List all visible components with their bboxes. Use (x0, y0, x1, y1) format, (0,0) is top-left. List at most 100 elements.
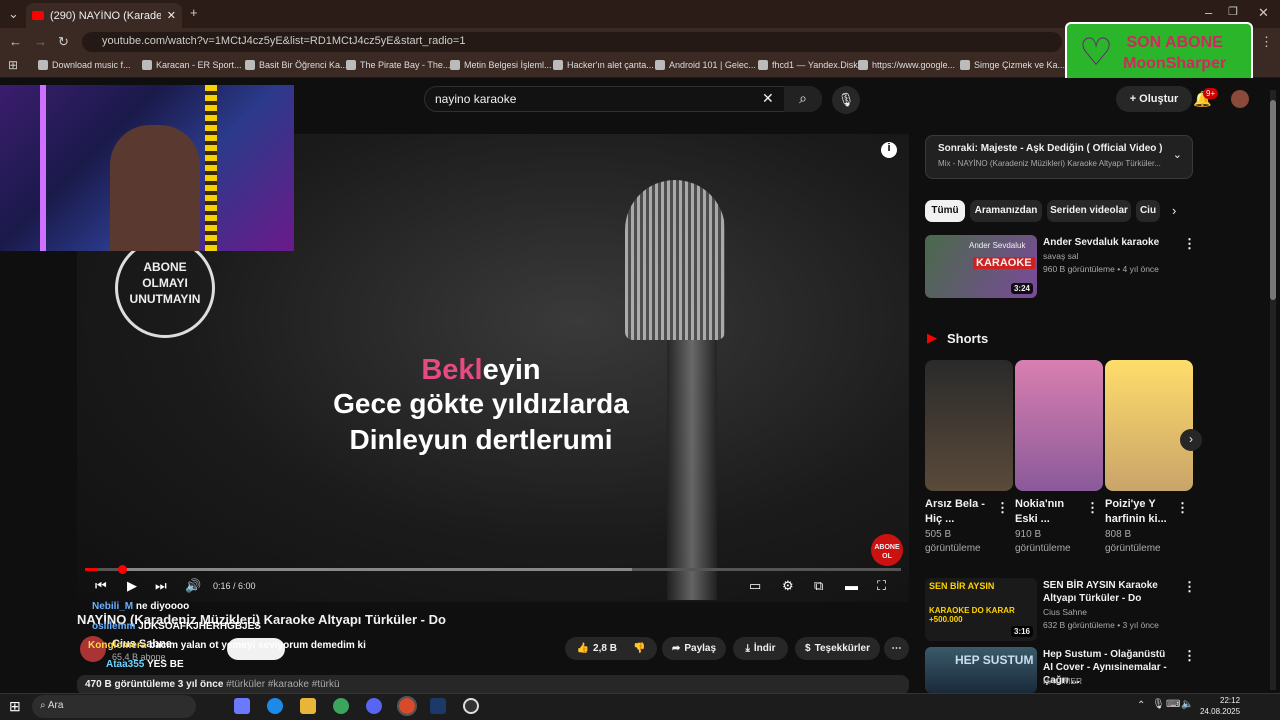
speaker-icon[interactable]: 🔈 (1181, 699, 1193, 710)
bookmark-item[interactable]: Hacker'ın alet çanta... (553, 60, 654, 70)
more-actions-button[interactable]: ⋯ (884, 637, 909, 660)
chip-from-search[interactable]: Aramanızdan (970, 200, 1042, 222)
account-avatar[interactable] (1231, 90, 1249, 108)
clear-search-icon[interactable]: ✕ (762, 90, 774, 107)
info-icon[interactable]: i (881, 142, 897, 158)
bookmark-item[interactable]: Download music f... (38, 60, 131, 70)
scrubber-handle[interactable] (118, 565, 127, 574)
apps-grid-icon[interactable]: ⊞ (8, 58, 18, 72)
short-views: 910 B görüntüleme (1015, 529, 1071, 554)
video-channel[interactable]: HACIMER (1043, 675, 1082, 688)
chip-all[interactable]: Tümü (925, 200, 965, 222)
mic-tray-icon[interactable]: 🎙 (1152, 699, 1165, 710)
shorts-next-button[interactable]: › (1180, 429, 1202, 451)
url-field[interactable]: youtube.com/watch?v=1MCtJ4cz5yE&list=RD1… (82, 32, 1062, 52)
create-button[interactable]: + Oluştur (1116, 86, 1192, 112)
play-icon[interactable]: ▶ (127, 578, 137, 594)
bookmark-item[interactable]: https://www.google... (858, 60, 955, 70)
chevron-down-icon[interactable]: ⌄ (1173, 148, 1182, 161)
more-vert-icon[interactable]: ⋮ (1183, 648, 1196, 664)
lyric-line-1: Bekleyin (421, 354, 541, 386)
video-title-link[interactable]: Ander Sevdaluk karaoke (1043, 236, 1173, 249)
thumbs-up-icon: 👍 (576, 643, 590, 654)
browser-tab[interactable]: (290) NAYİNO (Karadeniz Müzik ✕ (26, 3, 182, 28)
settings-gear-icon[interactable]: ⚙ (782, 578, 794, 594)
forward-icon[interactable]: → (34, 34, 47, 49)
close-tab-icon[interactable]: ✕ (167, 9, 176, 22)
up-next-panel[interactable]: Sonraki: Majeste - Aşk Dediğin ( Officia… (925, 135, 1193, 179)
short-title[interactable]: Poizi'ye Y harfinin ki... (1105, 497, 1177, 527)
video-thumbnail[interactable]: SEN BİR AYSIN KARAOKE DO KARAR +500.000 … (925, 578, 1037, 641)
short-title[interactable]: Arsız Bela - Hiç ... (925, 497, 997, 527)
chevron-right-icon[interactable]: › (1172, 203, 1176, 218)
theater-mode-icon[interactable]: ▬ (845, 578, 858, 593)
more-vert-icon[interactable]: ⋮ (996, 500, 1009, 516)
bookmark-item[interactable]: Metin Belgesi İşleml... (450, 60, 552, 70)
more-vert-icon[interactable]: ⋮ (1183, 579, 1196, 595)
video-thumbnail[interactable]: Ander Sevdaluk KARAOKE 3:24 (925, 235, 1037, 298)
copilot-icon[interactable] (234, 698, 250, 714)
progress-bar[interactable] (85, 568, 901, 571)
more-icon: ⋯ (891, 643, 902, 654)
thanks-button[interactable]: $ Teşekkürler (795, 637, 880, 660)
reload-icon[interactable]: ↻ (58, 34, 69, 50)
new-tab-icon[interactable]: + (190, 5, 198, 20)
download-button[interactable]: ⤓ İndir (733, 637, 788, 660)
chrome-active-icon[interactable] (397, 696, 417, 716)
tray-chevron-icon[interactable]: ⌃ (1137, 700, 1145, 711)
minimize-icon[interactable]: – (1205, 5, 1212, 20)
video-thumbnail[interactable]: HEP SUSTUM (925, 647, 1037, 693)
shorts-heading: Shorts (947, 331, 989, 346)
more-vert-icon[interactable]: ⋮ (1183, 236, 1196, 252)
tab-list-icon[interactable]: ⌄ (8, 6, 19, 22)
bookmark-item[interactable]: Karacan - ER Sport... (142, 60, 242, 70)
subscribe-watermark[interactable]: ABONE OL (871, 534, 903, 566)
page-scrollbar[interactable] (1270, 90, 1276, 690)
volume-icon[interactable]: 🔊 (185, 578, 201, 594)
video-meta: 632 B görüntüleme • 3 yıl önce (1043, 620, 1159, 630)
microphone-graphic (625, 180, 725, 340)
bookmark-item[interactable]: The Pirate Bay - The... (346, 60, 450, 70)
chrome-icon[interactable] (333, 698, 349, 714)
chip-channel[interactable]: Ciu (1136, 200, 1160, 222)
more-vert-icon[interactable]: ⋮ (1086, 500, 1099, 516)
restore-icon[interactable]: ❐ (1228, 5, 1238, 18)
more-vert-icon[interactable]: ⋮ (1176, 500, 1189, 516)
windows-start-icon[interactable]: ⊞ (9, 698, 21, 715)
video-channel[interactable]: Cius Sahne (1043, 606, 1087, 619)
share-button[interactable]: ➦ Paylaş (662, 637, 726, 660)
tab-title: (290) NAYİNO (Karadeniz Müzik (50, 9, 161, 22)
taskbar-search[interactable]: ⌕ Ara (32, 695, 196, 718)
back-icon[interactable]: ← (9, 34, 22, 49)
bookmark-item[interactable]: Android 101 | Gelec... (655, 60, 756, 70)
file-explorer-icon[interactable] (300, 698, 316, 714)
close-window-icon[interactable]: ✕ (1258, 5, 1269, 21)
next-icon[interactable]: ⏭ (155, 578, 167, 594)
bookmark-item[interactable]: Basit Bir Öğrenci Ka... (245, 60, 348, 70)
short-title[interactable]: Nokia'nın Eski ... (1015, 497, 1087, 527)
previous-icon[interactable]: ⏮ (95, 578, 107, 594)
steam-icon[interactable] (430, 698, 446, 714)
captions-icon[interactable]: ▭ (749, 578, 761, 594)
taskbar-clock[interactable]: 22:12 24.08.2025 (1200, 695, 1240, 717)
short-thumbnail[interactable] (925, 360, 1013, 491)
menu-icon[interactable]: ⋮ (1260, 34, 1273, 50)
voice-search-button[interactable]: 🎙 (832, 86, 860, 114)
bookmark-item[interactable]: fhcd1 — Yandex.Disk (758, 60, 858, 70)
fullscreen-icon[interactable]: ⛶ (877, 578, 886, 594)
video-channel[interactable]: savaş sal (1043, 250, 1078, 263)
network-icon[interactable]: ⌨ (1166, 699, 1180, 710)
short-thumbnail[interactable] (1105, 360, 1193, 491)
short-thumbnail[interactable] (1015, 360, 1103, 491)
video-title-link[interactable]: SEN BİR AYSIN Karaoke Altyapı Türküler -… (1043, 579, 1175, 605)
discord-icon[interactable] (366, 698, 382, 714)
description-box[interactable]: 470 B görüntüleme 3 yıl önce #türküler #… (77, 675, 909, 695)
chat-message: Konglomera bacım yalan ot yemeyi seviyor… (88, 640, 366, 651)
search-button[interactable]: ⌕ (784, 86, 822, 112)
chip-series[interactable]: Seriden videolar (1047, 200, 1131, 222)
bookmark-item[interactable]: Simge Çizmek ve Ka... (960, 60, 1065, 70)
miniplayer-icon[interactable]: ⧉ (814, 578, 823, 594)
edge-icon[interactable] (267, 698, 283, 714)
like-dislike-group[interactable]: 👍 2,8 B 👎 (565, 637, 657, 660)
obs-icon[interactable] (463, 698, 479, 714)
